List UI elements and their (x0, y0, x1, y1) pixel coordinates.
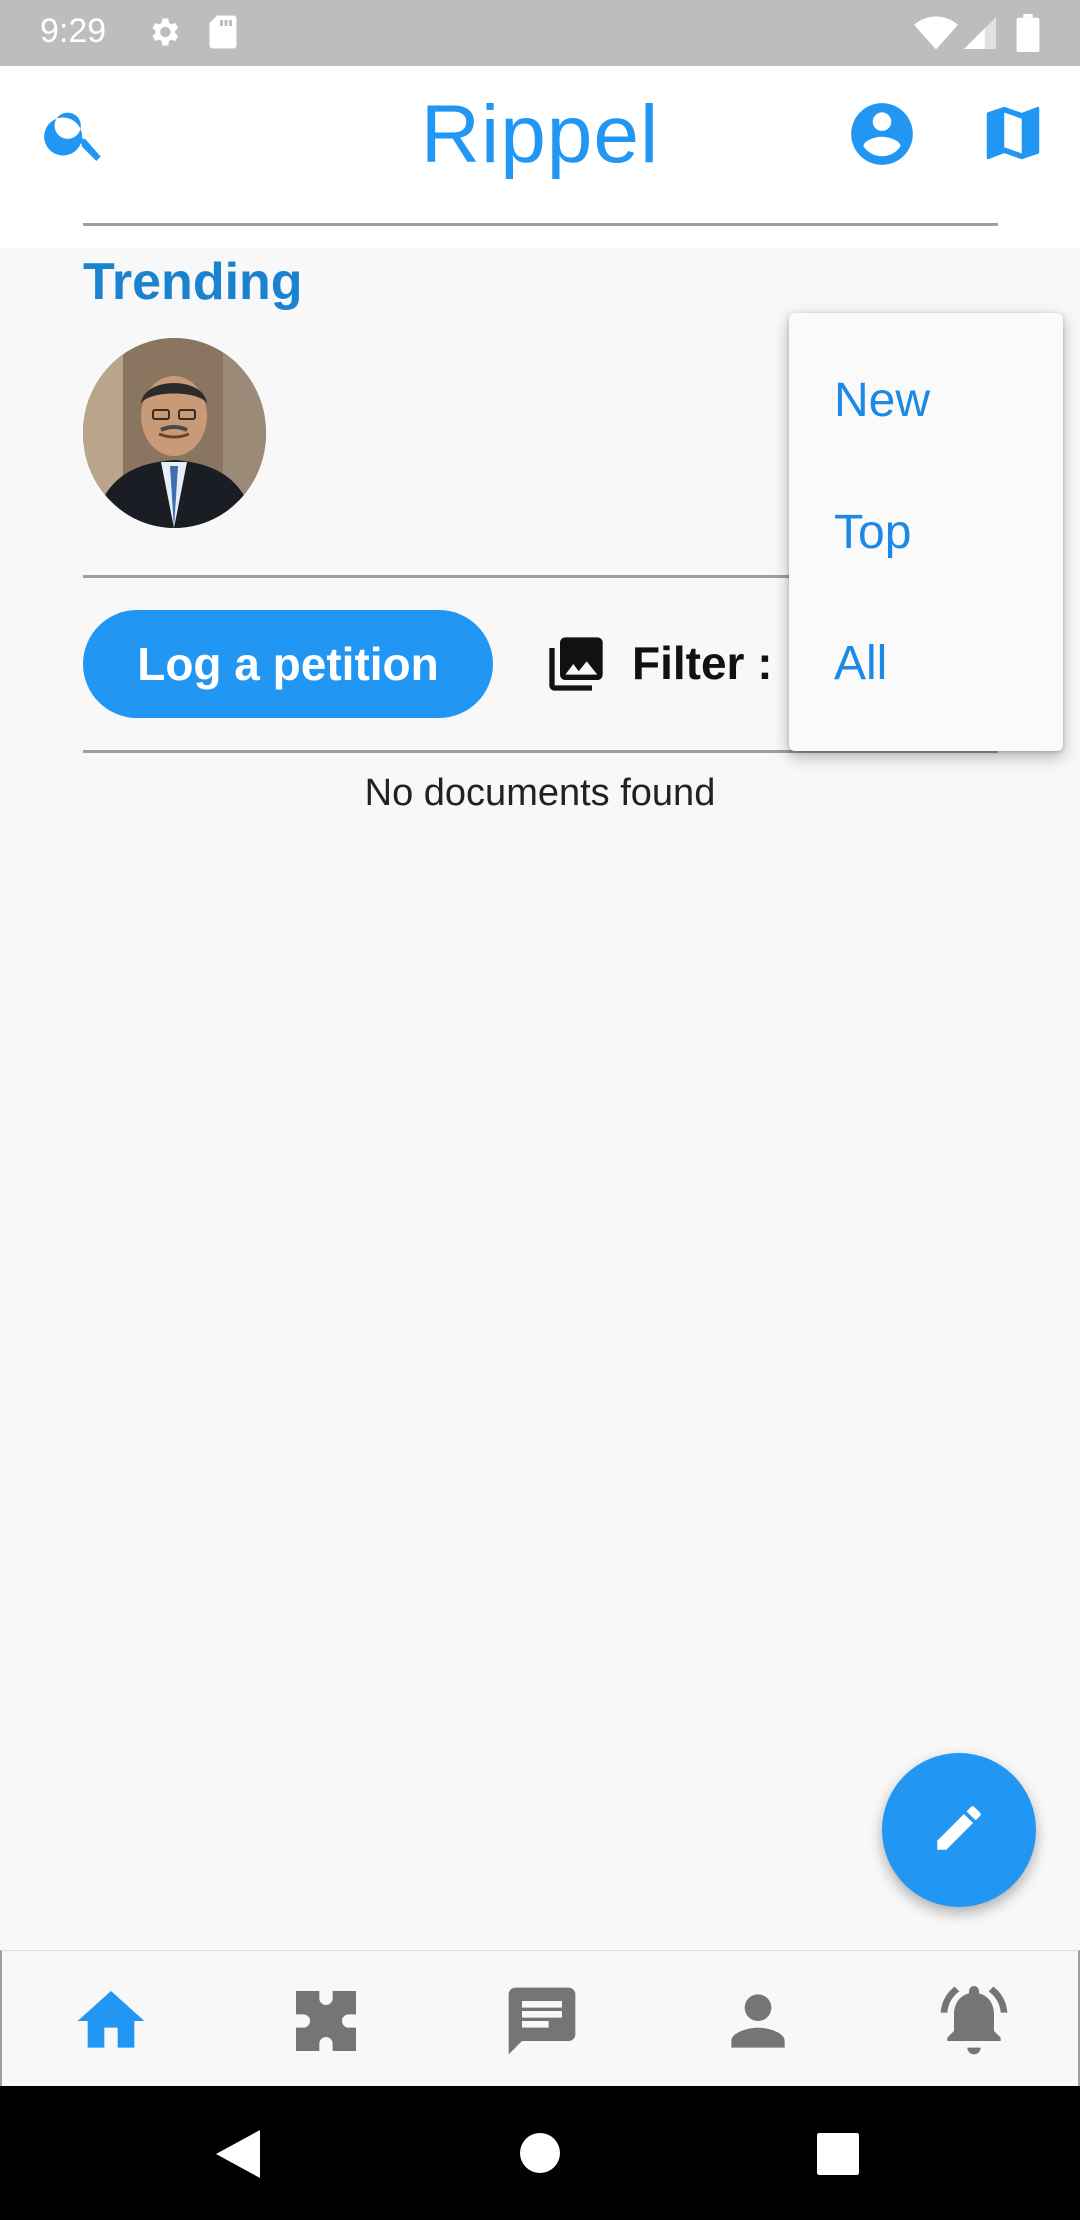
recents-icon[interactable] (817, 2133, 859, 2180)
filter-option-top[interactable]: Top (834, 505, 911, 560)
battery-icon (1016, 14, 1040, 57)
map-icon[interactable] (978, 98, 1048, 173)
nav-person-icon[interactable] (718, 1981, 798, 2061)
nav-chat-icon[interactable] (502, 1981, 582, 2061)
system-nav-bar (0, 2086, 1080, 2220)
sd-card-icon (208, 14, 238, 55)
signal-icon (964, 16, 996, 55)
nav-home-icon[interactable] (71, 1981, 151, 2061)
back-icon[interactable] (216, 2130, 260, 2183)
account-circle-icon[interactable] (845, 97, 919, 176)
trending-title: Trending (83, 253, 303, 311)
filter-label[interactable]: Filter : (632, 636, 773, 690)
home-circle-icon[interactable] (520, 2133, 560, 2178)
empty-state-message: No documents found (364, 772, 716, 814)
trending-avatar[interactable] (83, 338, 266, 528)
log-petition-button[interactable]: Log a petition (83, 610, 493, 718)
filter-option-new[interactable]: New (834, 373, 930, 428)
edit-icon (930, 1799, 988, 1862)
app-screen: 9:29 Rippel Trending Log a petition Filt… (0, 0, 1080, 2220)
wifi-icon (914, 16, 958, 55)
filter-option-all[interactable]: All (834, 636, 887, 691)
app-bar: Rippel (0, 66, 1080, 248)
status-time: 9:29 (40, 12, 107, 50)
photo-library-icon[interactable] (544, 632, 608, 696)
settings-icon (146, 14, 182, 55)
compose-fab[interactable] (882, 1753, 1036, 1907)
filter-menu: New Top All (789, 313, 1063, 751)
nav-notifications-icon[interactable] (934, 1981, 1014, 2061)
nav-extension-icon[interactable] (286, 1981, 366, 2061)
status-bar: 9:29 (0, 0, 1080, 66)
app-bar-divider (83, 223, 998, 226)
bottom-nav (0, 1950, 1080, 2086)
